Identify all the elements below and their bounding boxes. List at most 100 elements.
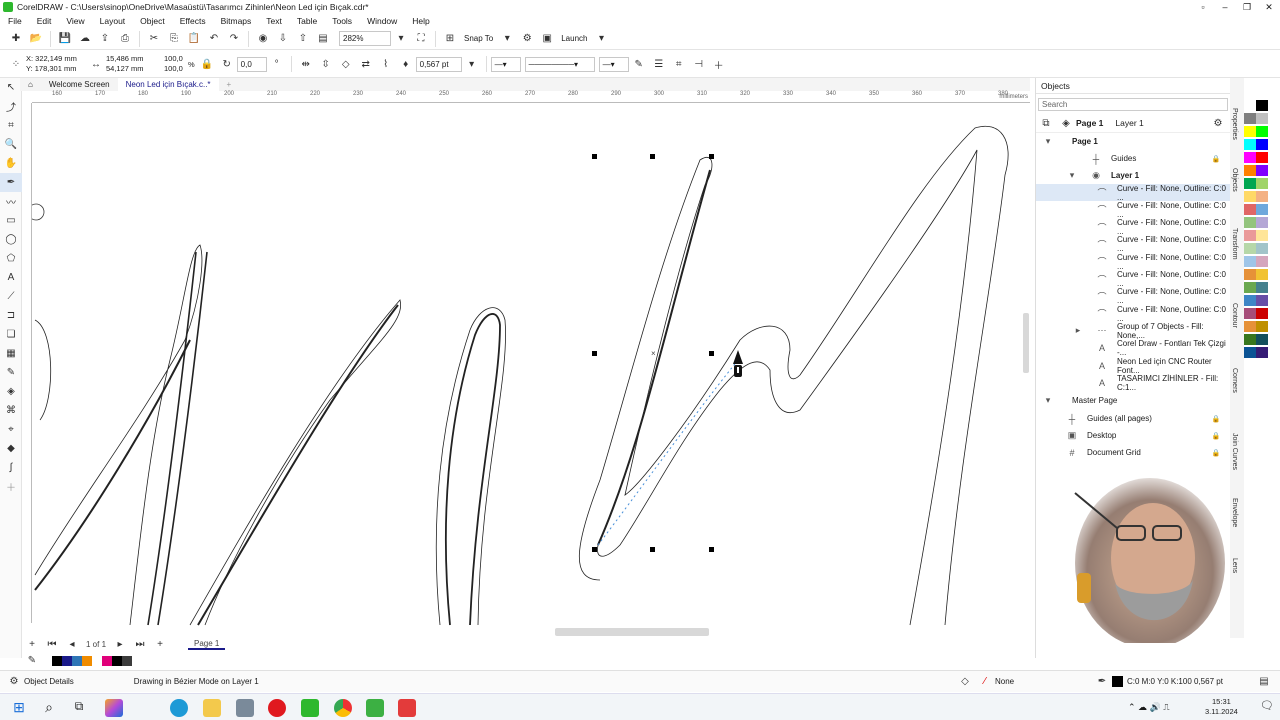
launch-dropdown-icon[interactable]: ▾ [593,31,609,47]
palette-swatch[interactable] [1256,347,1268,358]
palette-swatch[interactable] [1256,165,1268,176]
minimize-button[interactable]: – [1214,0,1236,14]
document-palette-swatch[interactable] [72,655,82,666]
maximize-button[interactable]: ❐ [1236,0,1258,14]
copilot-icon[interactable] [105,699,123,717]
windows-start-icon[interactable]: ⊞ [10,699,28,717]
docker-settings-icon[interactable]: ⚙ [1210,115,1226,131]
lock-icon[interactable]: 🔒 [1210,415,1222,423]
tree-object-item[interactable]: A Neon Led için CNC Router Font... [1036,357,1231,375]
tree-object-item[interactable]: ⌒ Curve - Fill: None, Outline: C:0 ... [1036,287,1231,305]
palette-swatch[interactable] [1256,243,1268,254]
tree-object-item[interactable]: ⌒ Curve - Fill: None, Outline: C:0 ... [1036,201,1231,219]
home-icon[interactable]: ⌂ [20,78,41,91]
shape-tool-icon[interactable]: ⤴ [0,97,22,116]
palette-swatch[interactable] [1244,269,1256,280]
palette-swatch[interactable] [1244,308,1256,319]
document-palette-swatch[interactable] [122,655,132,666]
tree-object-item[interactable]: ⌒ Curve - Fill: None, Outline: C:0 ... [1036,235,1231,253]
tree-object-item[interactable]: ⌒ Curve - Fill: None, Outline: C:0 ... [1036,270,1231,288]
upload-icon[interactable]: ⇪ [97,31,113,47]
transparency-tool-icon[interactable]: ▦ [0,344,22,363]
palette-swatch[interactable] [1256,308,1268,319]
side-tab-join-curves[interactable]: Join Curves [1231,433,1238,470]
palette-swatch[interactable] [1256,113,1268,124]
document-palette-swatch[interactable] [52,655,62,666]
menu-table[interactable]: Table [297,16,317,26]
end-arrowhead-select[interactable]: —▾ [598,56,629,72]
add-icon[interactable]: ＋ [711,56,727,72]
vertical-ruler[interactable] [22,103,32,623]
import-icon[interactable]: ⇩ [275,31,291,47]
document-palette-swatch[interactable] [92,655,102,666]
pdf-icon[interactable]: ▤ [315,31,331,47]
palette-swatch[interactable] [1256,269,1268,280]
menu-text[interactable]: Text [266,16,282,26]
palette-swatch[interactable] [1244,152,1256,163]
text-tool-icon[interactable]: A [0,268,22,287]
drawing-canvas[interactable]: × [32,103,1020,627]
calculator-icon[interactable] [236,699,254,717]
vertical-scrollbar[interactable] [1021,103,1031,627]
palette-swatch[interactable] [1256,230,1268,241]
palette-swatch[interactable] [1244,347,1256,358]
tree-guides[interactable]: ┼ Guides 🔒 [1036,150,1231,167]
menu-file[interactable]: File [8,16,22,26]
cloud-icon[interactable]: ☁ [77,31,93,47]
menu-object[interactable]: Object [140,16,165,26]
expand-arrow-icon[interactable]: ▾ [1042,136,1054,147]
undo-icon[interactable]: ↶ [206,31,222,47]
rectangle-tool-icon[interactable]: ▭ [0,211,22,230]
corel-connect-icon[interactable]: ◉ [255,31,271,47]
menu-view[interactable]: View [66,16,84,26]
side-tab-contour[interactable]: Contour [1231,303,1238,328]
side-tab-corners[interactable]: Corners [1231,368,1238,393]
opera-icon[interactable] [268,699,286,717]
outline-width-dropdown-icon[interactable]: ▾ [464,56,480,72]
clock-date[interactable]: 3.11.2024 [1205,707,1238,717]
lock-icon[interactable]: 🔒 [1210,155,1222,163]
tree-master-page[interactable]: ▾ Master Page [1036,392,1231,409]
full-screen-icon[interactable]: ⛶ [413,31,429,47]
side-tab-envelope[interactable]: Envelope [1231,498,1238,527]
zoom-level-field[interactable]: 282% [339,31,391,46]
palette-swatch[interactable] [1244,256,1256,267]
eyedropper-tool-icon[interactable]: ✎ [0,363,22,382]
fill-indicator-icon[interactable]: ◇ [957,674,973,690]
menu-bitmaps[interactable]: Bitmaps [221,16,252,26]
pan-tool-icon[interactable]: ✋ [0,154,22,173]
clock-time[interactable]: 15:31 [1205,697,1238,707]
expand-arrow-icon[interactable]: ▸ [1072,325,1084,336]
lock-icon[interactable]: 🔒 [1210,449,1222,457]
scale-x-field[interactable]: 100,0 [164,54,188,64]
palette-swatch[interactable] [1244,334,1256,345]
coreldraw-taskbar-icon[interactable] [301,699,319,717]
chrome-icon[interactable] [334,699,352,717]
tree-object-item[interactable]: ▸ ⋯ Group of 7 Objects - Fill: None,... [1036,322,1231,340]
redo-icon[interactable]: ↷ [226,31,242,47]
tree-document-grid[interactable]: # Document Grid 🔒 [1036,444,1231,461]
eyedropper-icon[interactable]: ✎ [24,653,40,669]
tree-object-item[interactable]: ⌒ Curve - Fill: None, Outline: C:0 ... [1036,184,1231,202]
palette-swatch[interactable] [1244,139,1256,150]
connector-tool-icon[interactable]: ⊐ [0,306,22,325]
lock-ratio-icon[interactable]: 🔒 [199,56,215,72]
options-gear-icon[interactable]: ⚙ [519,31,535,47]
palette-swatch[interactable] [1244,191,1256,202]
document-palette-swatch[interactable] [82,655,92,666]
rotation-icon[interactable]: ↻ [219,56,235,72]
palette-swatch[interactable] [1256,139,1268,150]
side-tab-properties[interactable]: Properties [1231,108,1238,140]
add-tab-button[interactable]: + [219,78,240,91]
menu-help[interactable]: Help [412,16,429,26]
new-document-icon[interactable]: ✚ [8,31,24,47]
palette-swatch[interactable] [1244,295,1256,306]
palette-swatch[interactable] [1256,217,1268,228]
document-palette-swatch[interactable] [42,655,52,666]
palette-swatch[interactable] [1256,282,1268,293]
export-icon[interactable]: ⇧ [295,31,311,47]
palette-swatch[interactable] [1256,126,1268,137]
tree-object-item[interactable]: A Corel Draw - Fontları Tek Çizgi -... [1036,339,1231,357]
pen-options-icon[interactable]: ✎ [631,56,647,72]
horizontal-ruler[interactable]: 160 170 180 190 200 210 220 230 240 250 260 270 280 2… [32,91,1030,103]
